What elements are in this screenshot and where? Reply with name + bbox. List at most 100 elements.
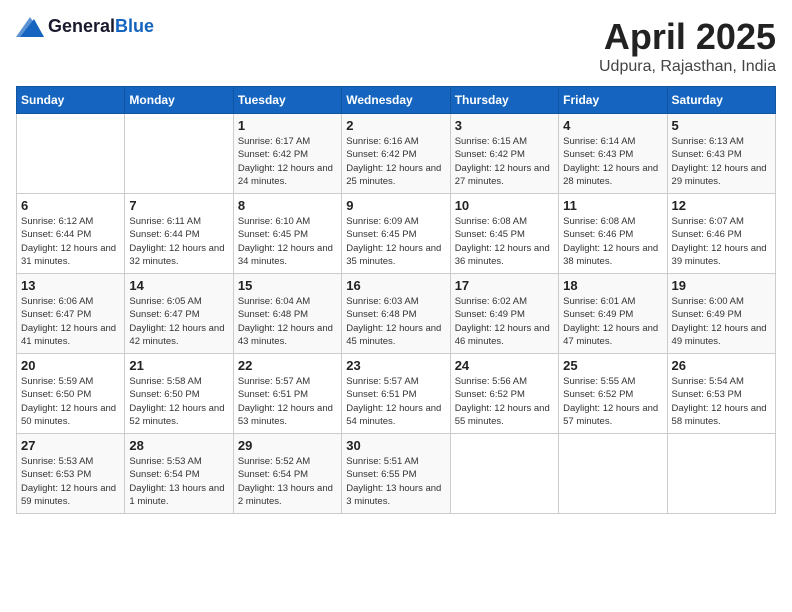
calendar-cell: 12Sunrise: 6:07 AMSunset: 6:46 PMDayligh… (667, 194, 775, 274)
calendar-cell: 8 Sunrise: 6:10 AMSunset: 6:45 PMDaylight… (233, 194, 341, 274)
week-row-1: 1 Sunrise: 6:17 AMSunset: 6:42 PMDaylight… (17, 114, 776, 194)
day-info: Sunrise: 5:56 AMSunset: 6:52 PMDaylight:… (455, 375, 554, 428)
day-number: 6 (21, 198, 120, 213)
day-info: Sunrise: 5:55 AMSunset: 6:52 PMDaylight:… (563, 375, 662, 428)
day-info: Sunrise: 5:51 AMSunset: 6:55 PMDaylight:… (346, 455, 445, 508)
day-info: Sunrise: 6:15 AMSunset: 6:42 PMDaylight:… (455, 135, 554, 188)
calendar-cell: 6 Sunrise: 6:12 AMSunset: 6:44 PMDaylight… (17, 194, 125, 274)
calendar-cell (450, 434, 558, 514)
calendar-cell: 19Sunrise: 6:00 AMSunset: 6:49 PMDayligh… (667, 274, 775, 354)
day-number: 28 (129, 438, 228, 453)
calendar-cell: 24Sunrise: 5:56 AMSunset: 6:52 PMDayligh… (450, 354, 558, 434)
calendar-cell: 26Sunrise: 5:54 AMSunset: 6:53 PMDayligh… (667, 354, 775, 434)
week-row-5: 27 Sunrise: 5:53 AMSunset: 6:53 PMDayligh… (17, 434, 776, 514)
calendar-cell: 18 Sunrise: 6:01 AMSunset: 6:49 PMDayligh… (559, 274, 667, 354)
calendar-cell: 3 Sunrise: 6:15 AMSunset: 6:42 PMDaylight… (450, 114, 558, 194)
day-header-monday: Monday (125, 87, 233, 114)
day-number: 15 (238, 278, 337, 293)
day-header-tuesday: Tuesday (233, 87, 341, 114)
logo-general: General (48, 16, 115, 36)
day-info: Sunrise: 5:57 AMSunset: 6:51 PMDaylight:… (346, 375, 445, 428)
day-info: Sunrise: 6:04 AMSunset: 6:48 PMDaylight:… (238, 295, 337, 348)
day-info: Sunrise: 6:16 AMSunset: 6:42 PMDaylight:… (346, 135, 445, 188)
calendar-cell: 28 Sunrise: 5:53 AMSunset: 6:54 PMDayligh… (125, 434, 233, 514)
calendar-cell (125, 114, 233, 194)
day-info: Sunrise: 6:03 AMSunset: 6:48 PMDaylight:… (346, 295, 445, 348)
day-info: Sunrise: 6:09 AMSunset: 6:45 PMDaylight:… (346, 215, 445, 268)
day-number: 1 (238, 118, 337, 133)
calendar-cell: 15 Sunrise: 6:04 AMSunset: 6:48 PMDayligh… (233, 274, 341, 354)
day-info: Sunrise: 6:14 AMSunset: 6:43 PMDaylight:… (563, 135, 662, 188)
calendar-cell: 1 Sunrise: 6:17 AMSunset: 6:42 PMDaylight… (233, 114, 341, 194)
header: GeneralBlue April 2025 Udpura, Rajasthan… (16, 16, 776, 76)
logo-icon (16, 17, 44, 37)
day-info: Sunrise: 6:05 AMSunset: 6:47 PMDaylight:… (129, 295, 228, 348)
calendar-cell: 13Sunrise: 6:06 AMSunset: 6:47 PMDayligh… (17, 274, 125, 354)
calendar-cell: 16 Sunrise: 6:03 AMSunset: 6:48 PMDayligh… (342, 274, 450, 354)
calendar-cell: 14 Sunrise: 6:05 AMSunset: 6:47 PMDayligh… (125, 274, 233, 354)
calendar-cell: 10Sunrise: 6:08 AMSunset: 6:45 PMDayligh… (450, 194, 558, 274)
calendar-cell: 23 Sunrise: 5:57 AMSunset: 6:51 PMDayligh… (342, 354, 450, 434)
day-info: Sunrise: 6:17 AMSunset: 6:42 PMDaylight:… (238, 135, 337, 188)
calendar-cell (559, 434, 667, 514)
day-number: 5 (672, 118, 771, 133)
day-header-friday: Friday (559, 87, 667, 114)
day-info: Sunrise: 5:54 AMSunset: 6:53 PMDaylight:… (672, 375, 771, 428)
calendar-table: SundayMondayTuesdayWednesdayThursdayFrid… (16, 86, 776, 514)
day-number: 30 (346, 438, 445, 453)
day-number: 3 (455, 118, 554, 133)
logo-text: GeneralBlue (48, 16, 154, 37)
calendar-cell: 17Sunrise: 6:02 AMSunset: 6:49 PMDayligh… (450, 274, 558, 354)
day-info: Sunrise: 6:08 AMSunset: 6:45 PMDaylight:… (455, 215, 554, 268)
day-number: 14 (129, 278, 228, 293)
day-info: Sunrise: 5:59 AMSunset: 6:50 PMDaylight:… (21, 375, 120, 428)
calendar-cell: 5Sunrise: 6:13 AMSunset: 6:43 PMDaylight… (667, 114, 775, 194)
day-header-saturday: Saturday (667, 87, 775, 114)
calendar-cell: 9Sunrise: 6:09 AMSunset: 6:45 PMDaylight… (342, 194, 450, 274)
calendar-cell: 7Sunrise: 6:11 AMSunset: 6:44 PMDaylight… (125, 194, 233, 274)
day-number: 4 (563, 118, 662, 133)
calendar-cell: 20 Sunrise: 5:59 AMSunset: 6:50 PMDayligh… (17, 354, 125, 434)
day-info: Sunrise: 5:53 AMSunset: 6:53 PMDaylight:… (21, 455, 120, 508)
day-number: 18 (563, 278, 662, 293)
day-number: 13 (21, 278, 120, 293)
day-number: 20 (21, 358, 120, 373)
day-number: 22 (238, 358, 337, 373)
day-header-thursday: Thursday (450, 87, 558, 114)
day-info: Sunrise: 6:01 AMSunset: 6:49 PMDaylight:… (563, 295, 662, 348)
calendar-cell: 4 Sunrise: 6:14 AMSunset: 6:43 PMDaylight… (559, 114, 667, 194)
month-title: April 2025 (599, 16, 776, 58)
calendar-cell: 30 Sunrise: 5:51 AMSunset: 6:55 PMDayligh… (342, 434, 450, 514)
day-number: 23 (346, 358, 445, 373)
calendar-cell (667, 434, 775, 514)
calendar-cell: 25 Sunrise: 5:55 AMSunset: 6:52 PMDayligh… (559, 354, 667, 434)
calendar-body: 1 Sunrise: 6:17 AMSunset: 6:42 PMDaylight… (17, 114, 776, 514)
day-header-sunday: Sunday (17, 87, 125, 114)
day-info: Sunrise: 5:58 AMSunset: 6:50 PMDaylight:… (129, 375, 228, 428)
week-row-2: 6 Sunrise: 6:12 AMSunset: 6:44 PMDaylight… (17, 194, 776, 274)
day-number: 8 (238, 198, 337, 213)
day-info: Sunrise: 5:53 AMSunset: 6:54 PMDaylight:… (129, 455, 228, 508)
day-info: Sunrise: 6:12 AMSunset: 6:44 PMDaylight:… (21, 215, 120, 268)
day-info: Sunrise: 6:11 AMSunset: 6:44 PMDaylight:… (129, 215, 228, 268)
day-info: Sunrise: 6:10 AMSunset: 6:45 PMDaylight:… (238, 215, 337, 268)
calendar-cell: 27 Sunrise: 5:53 AMSunset: 6:53 PMDayligh… (17, 434, 125, 514)
day-number: 27 (21, 438, 120, 453)
day-number: 21 (129, 358, 228, 373)
calendar-cell: 11 Sunrise: 6:08 AMSunset: 6:46 PMDayligh… (559, 194, 667, 274)
day-number: 25 (563, 358, 662, 373)
day-info: Sunrise: 5:57 AMSunset: 6:51 PMDaylight:… (238, 375, 337, 428)
week-row-4: 20 Sunrise: 5:59 AMSunset: 6:50 PMDayligh… (17, 354, 776, 434)
day-number: 19 (672, 278, 771, 293)
calendar-cell: 22 Sunrise: 5:57 AMSunset: 6:51 PMDayligh… (233, 354, 341, 434)
calendar-cell (17, 114, 125, 194)
day-number: 11 (563, 198, 662, 213)
calendar-cell: 29Sunrise: 5:52 AMSunset: 6:54 PMDayligh… (233, 434, 341, 514)
day-info: Sunrise: 5:52 AMSunset: 6:54 PMDaylight:… (238, 455, 337, 508)
logo-blue: Blue (115, 16, 154, 36)
day-number: 2 (346, 118, 445, 133)
day-number: 17 (455, 278, 554, 293)
day-info: Sunrise: 6:07 AMSunset: 6:46 PMDaylight:… (672, 215, 771, 268)
day-info: Sunrise: 6:08 AMSunset: 6:46 PMDaylight:… (563, 215, 662, 268)
day-number: 16 (346, 278, 445, 293)
